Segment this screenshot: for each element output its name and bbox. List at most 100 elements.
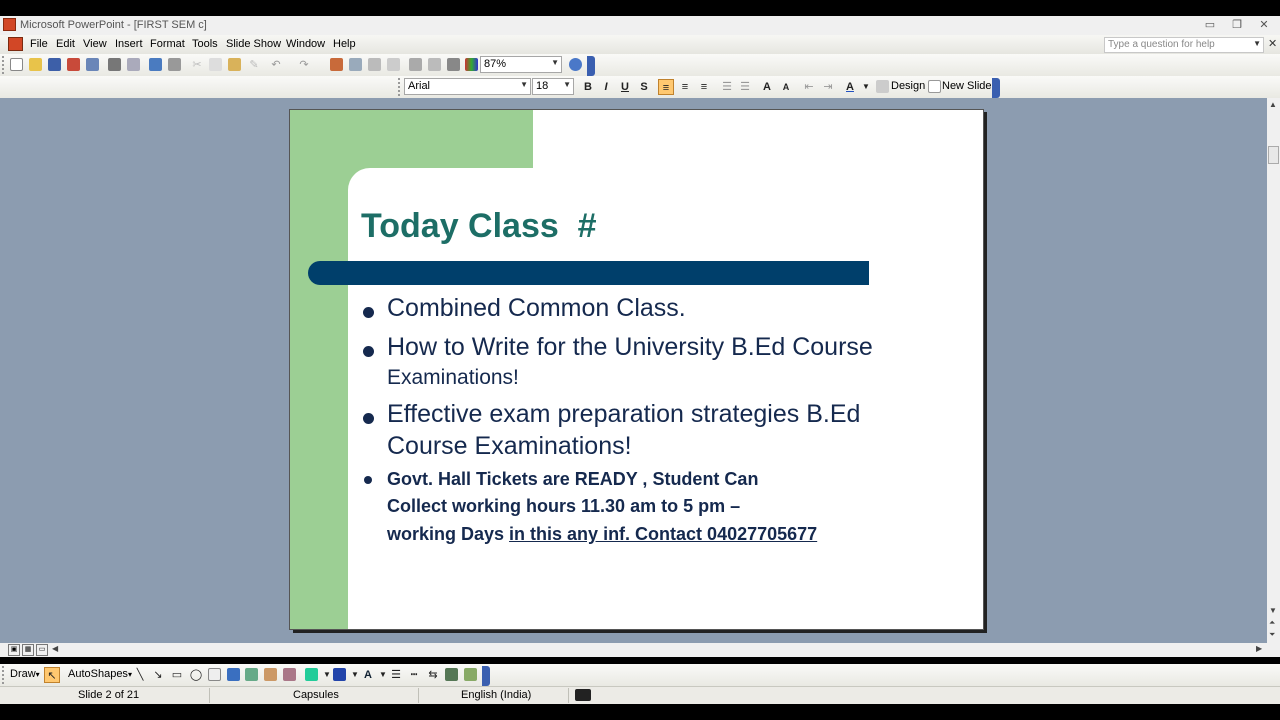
- font-color-icon[interactable]: A: [842, 79, 858, 95]
- bullet-4-line2[interactable]: Collect working hours 11.30 am to 5 pm –: [387, 496, 740, 517]
- text-box-icon[interactable]: [208, 668, 221, 681]
- email-icon[interactable]: [86, 58, 99, 71]
- menu-file[interactable]: File: [30, 38, 48, 50]
- draw-menu-button[interactable]: Draw▾: [10, 668, 40, 680]
- vertical-scrollbar[interactable]: ▲ ▼ ⏶ ⏷: [1267, 98, 1280, 643]
- spelling-status-icon[interactable]: [575, 689, 591, 701]
- chevron-down-icon[interactable]: ▼: [563, 80, 571, 89]
- toolbar-grip[interactable]: [2, 666, 6, 684]
- bullet-4-line3[interactable]: working Days in this any inf. Contact 04…: [387, 524, 817, 545]
- redo-icon[interactable]: ↷: [296, 57, 312, 73]
- chevron-down-icon[interactable]: ▼: [1253, 39, 1261, 48]
- line-color-icon[interactable]: [333, 668, 346, 681]
- menu-format[interactable]: Format: [150, 38, 185, 50]
- scroll-up-icon[interactable]: ▲: [1269, 100, 1277, 109]
- show-grid-icon[interactable]: [447, 58, 460, 71]
- print-preview-icon[interactable]: [127, 58, 140, 71]
- arrow-icon[interactable]: ↘: [150, 667, 166, 683]
- document-close-icon[interactable]: ✕: [1268, 37, 1277, 50]
- increase-indent-icon[interactable]: ⇥: [820, 79, 836, 95]
- undo-icon[interactable]: ↶: [268, 57, 284, 73]
- picture-icon[interactable]: [283, 668, 296, 681]
- new-slide-button[interactable]: New Slide: [942, 80, 992, 92]
- line-style-icon[interactable]: ☰: [388, 667, 404, 683]
- zoom-select[interactable]: 87% ▼: [480, 56, 562, 73]
- new-slide-icon[interactable]: [928, 80, 941, 93]
- font-color-icon[interactable]: A: [360, 667, 376, 683]
- permission-icon[interactable]: [67, 58, 80, 71]
- bullet-2-line1[interactable]: How to Write for the University B.Ed Cou…: [387, 333, 873, 362]
- powerpoint-app-icon[interactable]: [3, 18, 16, 31]
- toolbar-grip[interactable]: [398, 78, 402, 96]
- align-right-icon[interactable]: ≡: [696, 79, 712, 95]
- font-size-select[interactable]: 18 ▼: [532, 78, 574, 95]
- increase-font-icon[interactable]: A: [759, 79, 775, 95]
- chevron-down-icon[interactable]: ▼: [858, 79, 874, 95]
- bullet-1-text[interactable]: Combined Common Class.: [387, 294, 686, 323]
- insert-chart-icon[interactable]: [330, 58, 343, 71]
- normal-view-icon[interactable]: ▣: [8, 644, 20, 656]
- rectangle-icon[interactable]: ▭: [169, 667, 185, 683]
- help-icon[interactable]: [569, 58, 582, 71]
- toolbar-options-icon[interactable]: [587, 56, 595, 76]
- close-icon[interactable]: ✕: [1252, 17, 1276, 33]
- print-icon[interactable]: [108, 58, 121, 71]
- underline-button[interactable]: U: [617, 79, 633, 95]
- scroll-right-icon[interactable]: ▶: [1256, 644, 1262, 653]
- restore-icon[interactable]: ❐: [1225, 17, 1249, 33]
- slide-sorter-view-icon[interactable]: ▦: [22, 644, 34, 656]
- bold-button[interactable]: B: [580, 79, 596, 95]
- align-center-icon[interactable]: ≡: [677, 79, 693, 95]
- arrow-style-icon[interactable]: ⇆: [425, 667, 441, 683]
- cut-icon[interactable]: ✂: [189, 57, 205, 73]
- design-icon[interactable]: [876, 80, 889, 93]
- font-select[interactable]: Arial ▼: [404, 78, 531, 95]
- slide-canvas[interactable]: Today Class # Combined Common Class. How…: [289, 109, 984, 630]
- autoshapes-menu-button[interactable]: AutoShapes▾: [68, 668, 132, 680]
- oval-icon[interactable]: ◯: [188, 667, 204, 683]
- wordart-icon[interactable]: [227, 668, 240, 681]
- decrease-indent-icon[interactable]: ⇤: [801, 79, 817, 95]
- copy-icon[interactable]: [209, 58, 222, 71]
- insert-picture-icon[interactable]: [387, 58, 400, 71]
- decrease-font-icon[interactable]: A: [778, 79, 794, 95]
- paste-icon[interactable]: [228, 58, 241, 71]
- menu-help[interactable]: Help: [333, 38, 356, 50]
- slide-show-view-icon[interactable]: ▭: [36, 644, 48, 656]
- expand-all-icon[interactable]: [409, 58, 422, 71]
- menu-view[interactable]: View: [83, 38, 107, 50]
- 3d-style-icon[interactable]: [464, 668, 477, 681]
- scroll-down-icon[interactable]: ▼: [1269, 606, 1277, 615]
- spelling-icon[interactable]: [149, 58, 162, 71]
- open-icon[interactable]: [29, 58, 42, 71]
- chevron-down-icon[interactable]: ▼: [520, 80, 528, 89]
- insert-table-icon[interactable]: [349, 58, 362, 71]
- save-icon[interactable]: [48, 58, 61, 71]
- diagram-icon[interactable]: [245, 668, 258, 681]
- menu-edit[interactable]: Edit: [56, 38, 75, 50]
- tables-borders-icon[interactable]: [368, 58, 381, 71]
- bullet-3-line1[interactable]: Effective exam preparation strategies B.…: [387, 400, 860, 429]
- previous-slide-icon[interactable]: ⏶: [1269, 618, 1275, 628]
- bullet-2-line2[interactable]: Examinations!: [387, 366, 519, 390]
- toolbar-options-icon[interactable]: [992, 78, 1000, 98]
- show-formatting-icon[interactable]: [428, 58, 441, 71]
- shadow-style-icon[interactable]: [445, 668, 458, 681]
- italic-button[interactable]: I: [598, 79, 614, 95]
- chevron-down-icon[interactable]: ▼: [551, 58, 559, 67]
- next-slide-icon[interactable]: ⏷: [1269, 630, 1275, 640]
- slide-title[interactable]: Today Class #: [361, 207, 597, 246]
- shadow-button[interactable]: S: [636, 79, 652, 95]
- bullets-icon[interactable]: ☰: [737, 79, 753, 95]
- minimize-icon[interactable]: ▭: [1198, 17, 1222, 33]
- align-left-icon[interactable]: ≡: [658, 79, 674, 95]
- horizontal-scrollbar[interactable]: ▣ ▦ ▭ ◀ ▶: [0, 643, 1280, 657]
- select-objects-icon[interactable]: ↖: [44, 667, 60, 683]
- new-icon[interactable]: [10, 58, 23, 71]
- clip-art-icon[interactable]: [264, 668, 277, 681]
- menu-window[interactable]: Window: [286, 38, 325, 50]
- menu-tools[interactable]: Tools: [192, 38, 218, 50]
- fill-color-icon[interactable]: [305, 668, 318, 681]
- document-control-icon[interactable]: [8, 37, 23, 51]
- numbering-icon[interactable]: ☰: [719, 79, 735, 95]
